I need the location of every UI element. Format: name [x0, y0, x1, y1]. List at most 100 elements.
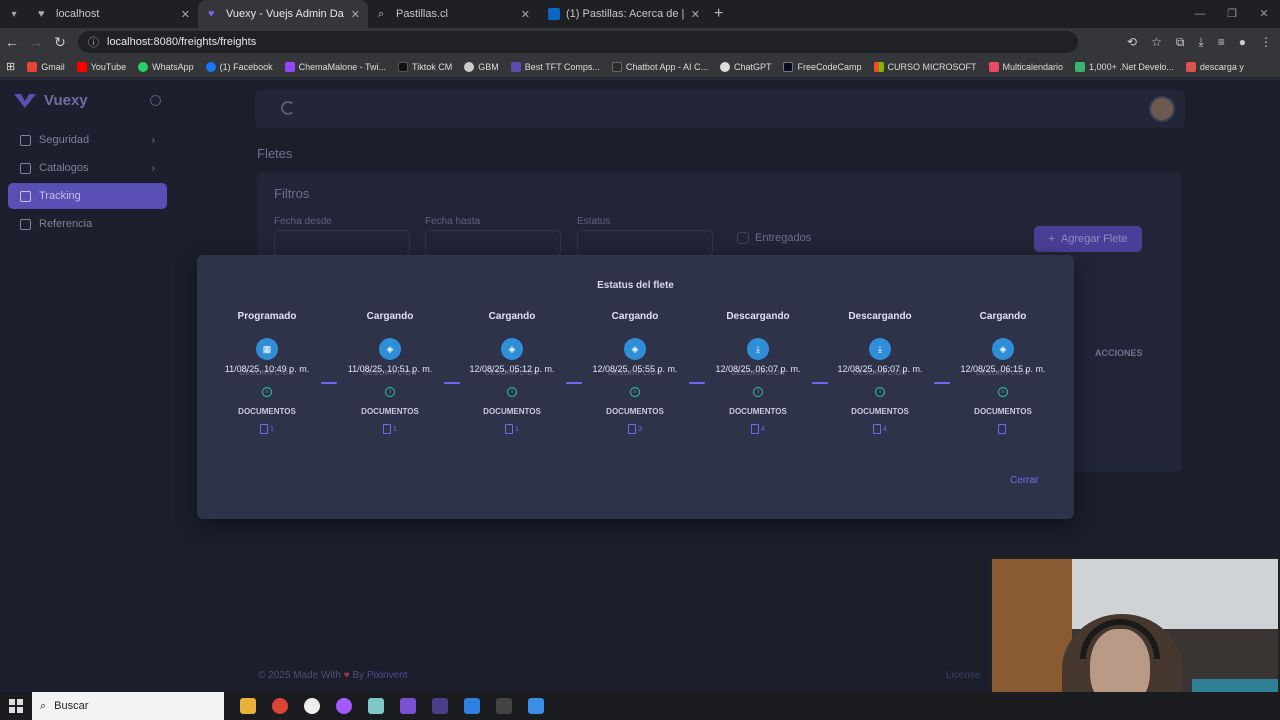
- app-icon[interactable]: [464, 698, 480, 714]
- notes-app-icon[interactable]: [368, 698, 384, 714]
- entregados-checkbox[interactable]: Entregados: [737, 232, 811, 244]
- forward-icon[interactable]: →: [24, 34, 48, 50]
- info-icon[interactable]: i: [507, 387, 517, 397]
- documents-link[interactable]: 1: [212, 424, 322, 434]
- browser-tab-3[interactable]: ⌕ Pastillas.cl ✕: [368, 0, 538, 28]
- youtube-icon: [76, 61, 87, 72]
- footer-license-link[interactable]: License: [946, 670, 980, 681]
- file-icon: [751, 424, 760, 434]
- tab-search-button[interactable]: ▾: [0, 0, 28, 28]
- profile-icon[interactable]: ●: [1239, 35, 1246, 50]
- new-tab-button[interactable]: +: [714, 5, 723, 23]
- sidebar-item-referencia[interactable]: Referencia: [8, 211, 167, 237]
- bookmark-item[interactable]: Gmail: [27, 61, 65, 72]
- search-icon: ⌕: [40, 699, 47, 712]
- info-icon[interactable]: i: [385, 387, 395, 397]
- browser-tab-4[interactable]: (1) Pastillas: Acerca de | LinkedIn ✕: [538, 0, 708, 28]
- bookmark-item[interactable]: (1) Facebook: [205, 61, 273, 72]
- documents-link[interactable]: [948, 424, 1058, 434]
- avatar[interactable]: [1149, 96, 1175, 122]
- translate-icon[interactable]: ⟲: [1127, 35, 1137, 50]
- github-icon[interactable]: [304, 698, 320, 714]
- download-icon[interactable]: ⤓: [1198, 35, 1203, 50]
- date-from-input[interactable]: [274, 230, 410, 256]
- menu-icon[interactable]: ⋮: [1260, 35, 1272, 50]
- info-icon[interactable]: i: [753, 387, 763, 397]
- site-info-icon[interactable]: ⓘ: [88, 34, 99, 50]
- date-to-input[interactable]: [425, 230, 561, 256]
- extensions-icon[interactable]: ⧉: [1176, 35, 1185, 50]
- bookmark-item[interactable]: 1,000+ .Net Develo...: [1075, 61, 1174, 72]
- editor-app-icon[interactable]: [528, 698, 544, 714]
- bookmark-item[interactable]: Chatbot App - AI C...: [611, 61, 708, 72]
- active-app-icon[interactable]: [496, 698, 512, 714]
- chrome-icon[interactable]: [272, 698, 288, 714]
- minimize-icon[interactable]: —: [1184, 0, 1216, 28]
- close-icon[interactable]: ✕: [521, 8, 530, 21]
- bookmarks-bar: ⊞ Gmail YouTube WhatsApp (1) Facebook Ch…: [0, 56, 1280, 78]
- sidebar-item-catalogos[interactable]: Catalogos ›: [8, 155, 167, 181]
- add-freight-button[interactable]: + Agregar Flete: [1034, 226, 1142, 252]
- bookmark-star-icon[interactable]: ☆: [1151, 35, 1162, 50]
- info-icon[interactable]: i: [998, 387, 1008, 397]
- browser-tab-1[interactable]: ♥ localhost ✕: [28, 0, 198, 28]
- visual-studio-icon[interactable]: [400, 698, 416, 714]
- bookmark-item[interactable]: Best TFT Comps...: [510, 61, 600, 72]
- bookmark-item[interactable]: ChemaMalone - Twi...: [284, 61, 386, 72]
- terminal-app-icon[interactable]: [432, 698, 448, 714]
- url-text: localhost:8080/freights/freights: [107, 36, 257, 48]
- bookmark-item[interactable]: WhatsApp: [138, 61, 194, 72]
- apps-grid-icon[interactable]: ⊞: [6, 60, 15, 73]
- footer-brand-link[interactable]: Pixinvent: [367, 670, 408, 681]
- url-field[interactable]: ⓘ localhost:8080/freights/freights: [78, 31, 1078, 53]
- checkbox-box[interactable]: [737, 232, 749, 244]
- gbm-icon: [464, 61, 475, 72]
- collapse-sidebar-icon[interactable]: [150, 95, 161, 106]
- documents-link[interactable]: 4: [825, 424, 935, 434]
- sidebar-item-tracking[interactable]: Tracking: [8, 183, 167, 209]
- bookmark-label: (1) Facebook: [219, 61, 273, 72]
- bookmark-item[interactable]: CURSO MICROSOFT: [873, 61, 977, 72]
- theme-toggle-icon[interactable]: [281, 101, 295, 115]
- info-icon[interactable]: i: [630, 387, 640, 397]
- chrome-profile-icon[interactable]: [336, 698, 352, 714]
- bookmark-item[interactable]: Multicalendario: [988, 61, 1063, 72]
- file-explorer-icon[interactable]: [240, 698, 256, 714]
- media-icon[interactable]: ≡: [1218, 35, 1225, 50]
- maximize-icon[interactable]: ❐: [1216, 0, 1248, 28]
- bookmark-item[interactable]: GBM: [464, 61, 499, 72]
- close-window-icon[interactable]: ✕: [1248, 0, 1280, 28]
- footer-credit: © 2025 Made With ♥ By Pixinvent: [258, 670, 408, 681]
- footer-by: By: [352, 670, 365, 681]
- back-icon[interactable]: ←: [0, 34, 24, 50]
- step-date: 12/08/25, 06:07 p. m.: [715, 364, 801, 374]
- bookmark-item[interactable]: FreeCodeCamp: [783, 61, 862, 72]
- bookmark-item[interactable]: descarga y: [1185, 61, 1244, 72]
- bookmark-item[interactable]: Tiktok CM: [398, 61, 452, 72]
- reload-icon[interactable]: ↻: [48, 34, 72, 51]
- file-icon: [505, 424, 514, 434]
- table-header-acciones: ACCIONES: [1095, 348, 1143, 358]
- close-icon[interactable]: ✕: [351, 8, 360, 21]
- info-icon[interactable]: i: [875, 387, 885, 397]
- info-icon[interactable]: i: [262, 387, 272, 397]
- documents-link[interactable]: 1: [335, 424, 445, 434]
- documents-count: 1: [393, 425, 397, 433]
- browser-tab-2[interactable]: ♥ Vuexy - Vuejs Admin Dashboard ✕: [198, 0, 368, 28]
- bookmark-label: Chatbot App - AI C...: [625, 61, 708, 72]
- close-modal-button[interactable]: Cerrar: [1010, 475, 1038, 486]
- documents-link[interactable]: 1: [457, 424, 567, 434]
- bookmark-item[interactable]: YouTube: [76, 61, 126, 72]
- sidebar-item-seguridad[interactable]: Seguridad ›: [8, 127, 167, 153]
- status-select[interactable]: [577, 230, 713, 256]
- documents-link[interactable]: 3: [580, 424, 690, 434]
- logo[interactable]: Vuexy: [0, 80, 175, 121]
- windows-start-icon[interactable]: [0, 692, 32, 720]
- taskbar-search-input[interactable]: ⌕ Buscar: [32, 692, 224, 720]
- close-icon[interactable]: ✕: [181, 8, 190, 21]
- bookmark-item[interactable]: ChatGPT: [719, 61, 771, 72]
- close-icon[interactable]: ✕: [691, 8, 700, 21]
- documents-count: 4: [883, 425, 887, 433]
- step-documents-label: DOCUMENTOS: [606, 407, 664, 416]
- documents-link[interactable]: 4: [703, 424, 813, 434]
